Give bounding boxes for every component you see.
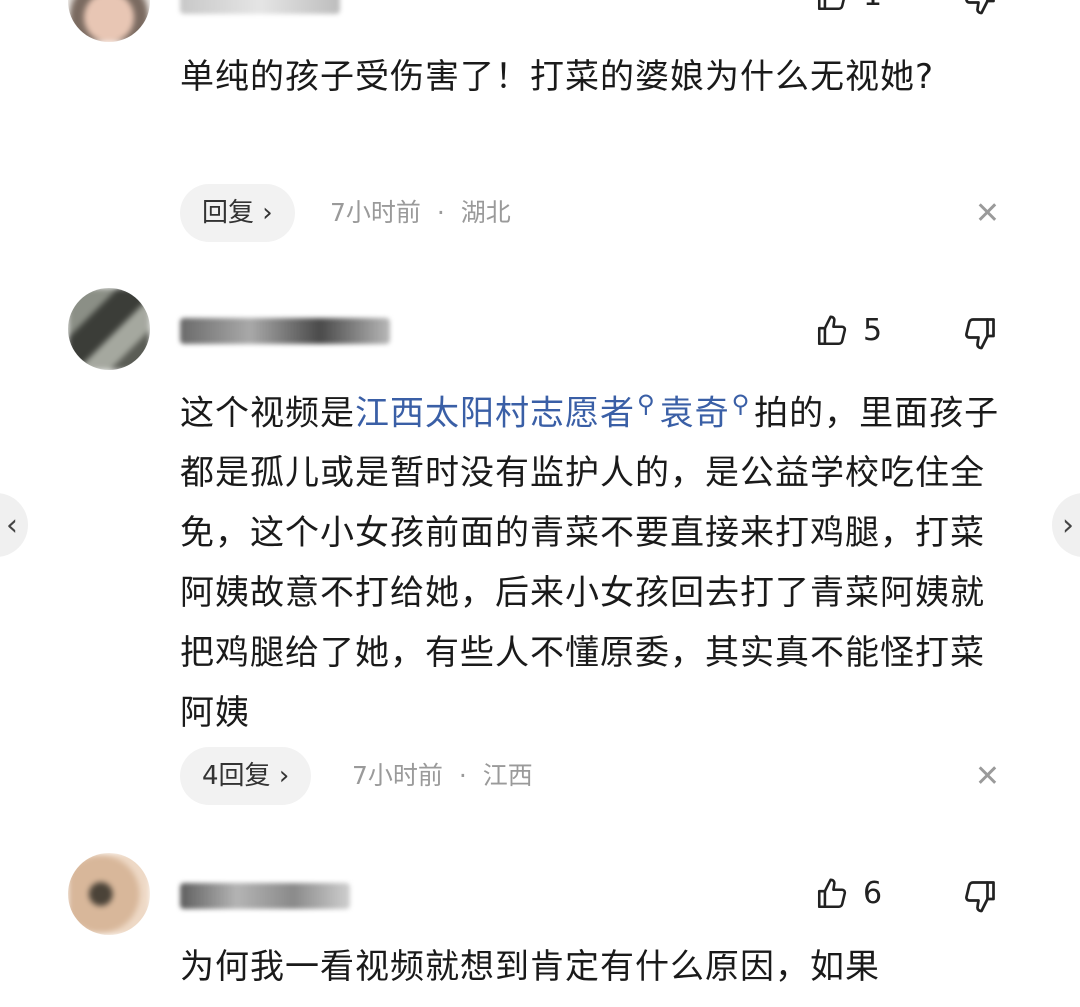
timestamp: 7小时前 (352, 761, 443, 790)
thumbs-up-icon (817, 315, 847, 345)
reply-button[interactable]: 回复 › (180, 184, 295, 242)
like-button[interactable]: 6 (815, 876, 882, 911)
thumbs-down-icon (965, 0, 995, 15)
reply-button[interactable]: 4回复 › (180, 747, 312, 805)
comment-text: 单纯的孩子受伤害了！打菜的婆娘为什么无视她? (180, 57, 935, 97)
username[interactable] (180, 318, 390, 344)
dislike-button[interactable] (962, 878, 998, 918)
close-icon[interactable]: ✕ (975, 196, 1000, 231)
comment-text: 这个视频是江西太阳村志愿者⚲ 袁奇⚲ 拍的，里面孩子都是孤儿或是暂时没有监护人的，是… (180, 390, 1000, 734)
location: 江西 (482, 761, 533, 790)
location: 湖北 (460, 198, 511, 227)
topic-link[interactable]: 江西太阳村志愿者 (355, 393, 635, 433)
close-icon[interactable]: ✕ (975, 759, 1000, 794)
thumbs-up-icon (817, 0, 845, 10)
like-button[interactable]: 5 (815, 313, 882, 348)
chevron-left-icon: ‹ (6, 507, 18, 543)
username[interactable] (180, 883, 350, 909)
chevron-right-icon: › (1062, 507, 1074, 543)
search-icon: ⚲ (637, 390, 656, 418)
avatar[interactable] (68, 288, 150, 370)
chevron-right-icon: › (262, 198, 273, 228)
topic-link[interactable]: 袁奇 (660, 393, 730, 433)
like-count: 6 (863, 876, 883, 911)
thumbs-down-icon (965, 318, 995, 350)
comment-meta: 7小时前 · 江西 (352, 761, 533, 790)
avatar[interactable] (68, 0, 150, 42)
comment-text: 为何我一看视频就想到肯定有什么原因，如果 (180, 947, 880, 987)
avatar[interactable] (68, 853, 150, 935)
next-page-button[interactable]: › (1052, 493, 1080, 557)
timestamp: 7小时前 (330, 198, 421, 227)
username[interactable] (180, 0, 340, 14)
like-button[interactable]: 1 (815, 0, 882, 13)
search-icon: ⚲ (731, 390, 751, 418)
like-count: 1 (863, 0, 882, 13)
dislike-button[interactable] (962, 0, 998, 20)
thumbs-down-icon (965, 881, 995, 913)
previous-page-button[interactable]: ‹ (0, 493, 28, 557)
thumbs-up-icon (817, 878, 847, 908)
like-count: 5 (863, 313, 883, 348)
comment-meta: 7小时前 · 湖北 (330, 198, 511, 227)
dislike-button[interactable] (962, 315, 998, 355)
chevron-right-icon: › (278, 761, 290, 791)
